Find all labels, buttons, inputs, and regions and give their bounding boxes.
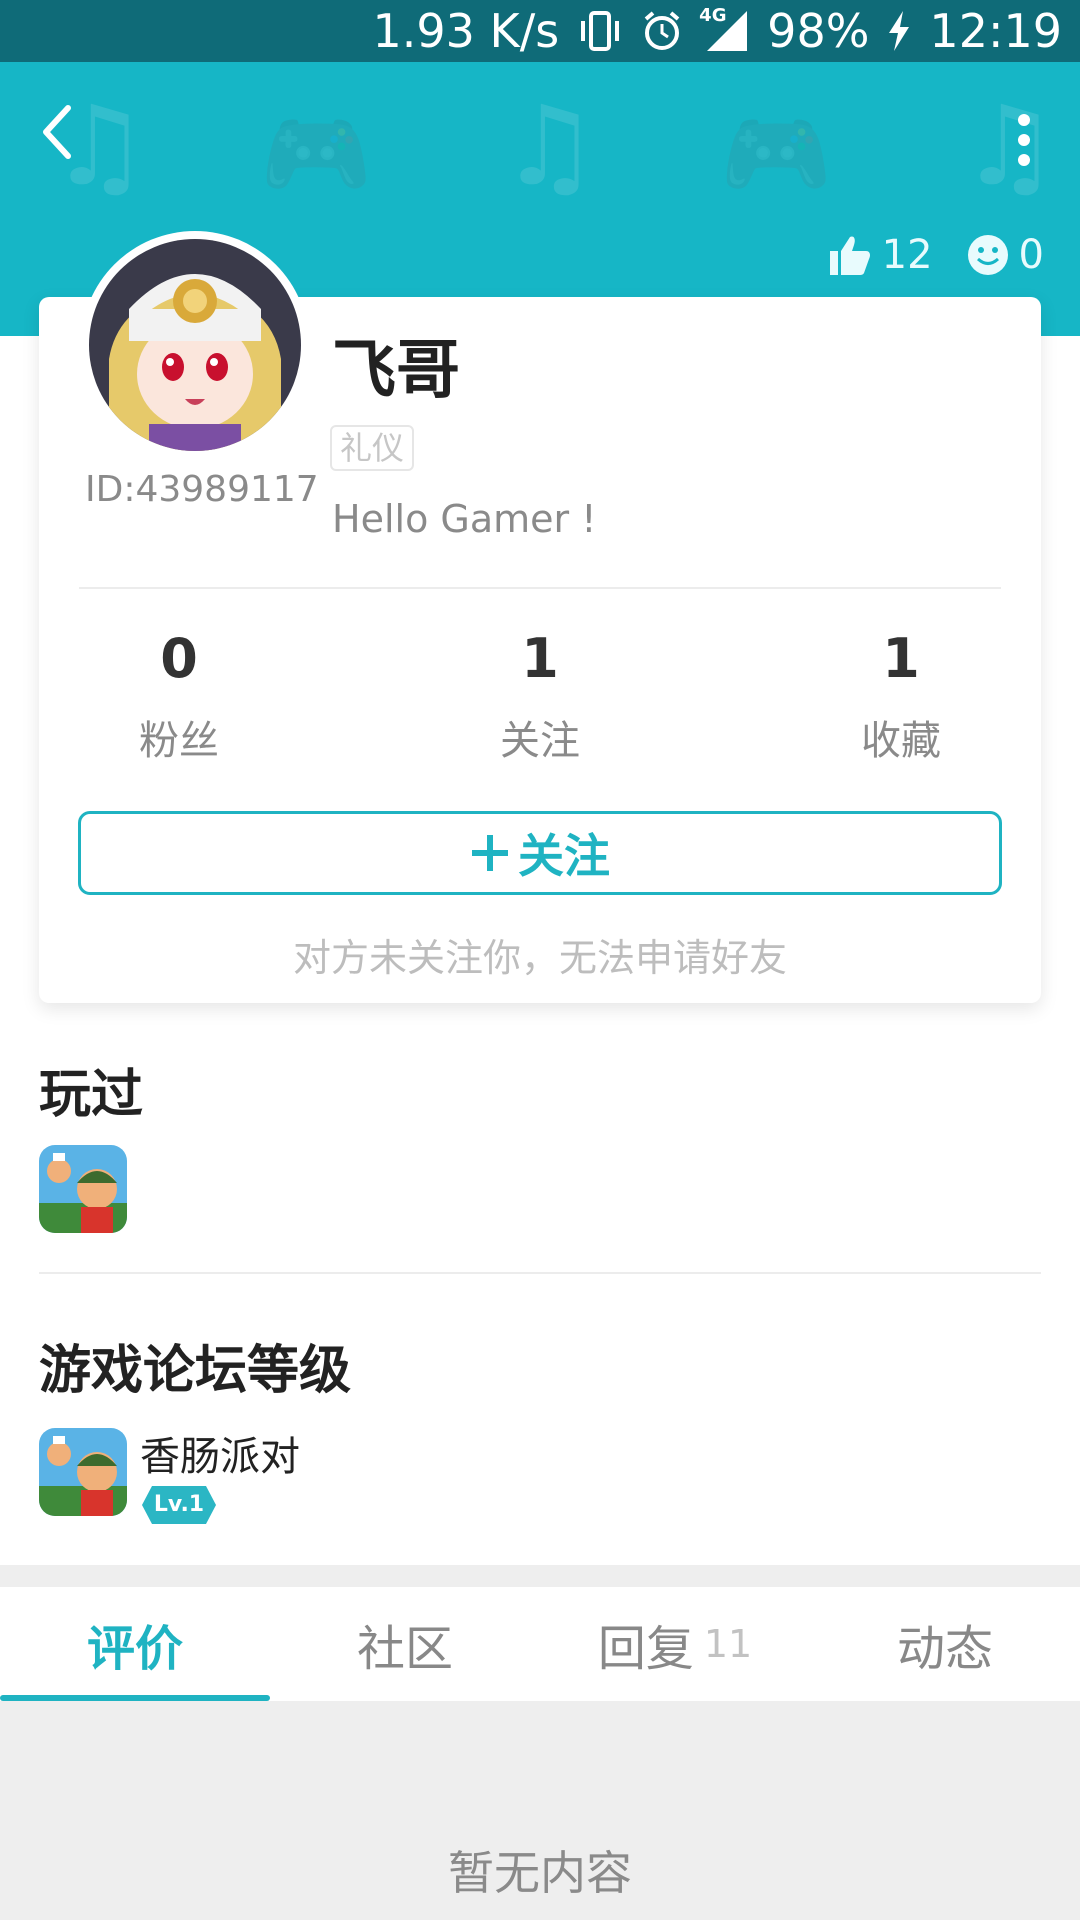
music-note-icon: ♫ xyxy=(960,82,1059,210)
forum-level-title: 游戏论坛等级 xyxy=(39,1341,352,1401)
battery-level: 98% xyxy=(767,4,870,58)
tab-activity[interactable]: 动态 xyxy=(810,1587,1080,1701)
network-speed: 1.93 K/s xyxy=(372,4,560,58)
forum-game-name[interactable]: 香肠派对 xyxy=(140,1424,300,1482)
section-separator xyxy=(0,1565,1080,1587)
favorites-label: 收藏 xyxy=(861,718,941,764)
smile-count: 0 xyxy=(1018,232,1044,278)
clock: 12:19 xyxy=(929,4,1062,58)
header-stats: 12 0 xyxy=(828,232,1044,278)
back-button[interactable] xyxy=(36,102,96,172)
smile-stat[interactable]: 0 xyxy=(967,232,1044,278)
likes-stat[interactable]: 12 xyxy=(828,232,933,278)
tab-reviews[interactable]: 评价 xyxy=(0,1587,270,1701)
alarm-icon xyxy=(641,10,683,52)
more-button[interactable] xyxy=(1012,110,1036,170)
tab-community-label: 社区 xyxy=(356,1621,453,1677)
follow-button-label: 关注 xyxy=(518,829,610,883)
vibrate-icon xyxy=(577,11,623,51)
network-type: 4G xyxy=(699,5,727,26)
gamepad-icon: 🎮 xyxy=(260,102,373,207)
avatar-image xyxy=(89,239,301,451)
tab-community[interactable]: 社区 xyxy=(270,1587,540,1701)
following-label: 关注 xyxy=(500,718,580,764)
follow-button[interactable]: 关注 xyxy=(78,811,1002,895)
level-text: Lv.1 xyxy=(153,1492,205,1517)
tab-activity-label: 动态 xyxy=(896,1621,993,1677)
divider xyxy=(79,587,1001,589)
following-count: 1 xyxy=(521,627,559,690)
section-divider xyxy=(39,1272,1041,1274)
profile-card: ID:43989117 飞哥 礼仪 Hello Gamer ! 0 粉丝 1 关… xyxy=(39,231,1041,1003)
music-note-icon: ♫ xyxy=(500,82,599,210)
thumbs-up-icon xyxy=(829,236,870,275)
user-id: ID:43989117 xyxy=(85,469,319,510)
fans-count: 0 xyxy=(160,627,198,690)
profile-stats: 0 粉丝 1 关注 1 收藏 xyxy=(79,627,1001,766)
signal-icon: 4G xyxy=(699,5,749,53)
smile-icon xyxy=(967,235,1008,275)
fans-label: 粉丝 xyxy=(139,718,219,764)
user-bio: Hello Gamer ! xyxy=(332,497,597,541)
tab-bar: 评价 社区 回复 11 动态 xyxy=(0,1587,1080,1701)
level-badge: Lv.1 xyxy=(142,1486,216,1528)
charging-icon xyxy=(887,11,911,51)
following-stat[interactable]: 1 关注 xyxy=(440,627,640,766)
tab-reviews-label: 评价 xyxy=(86,1621,183,1677)
forum-game-icon[interactable] xyxy=(39,1428,127,1516)
more-vertical-icon xyxy=(1018,114,1030,166)
back-arrow-icon xyxy=(43,105,71,159)
favorites-count: 1 xyxy=(882,627,920,690)
played-title: 玩过 xyxy=(39,1065,144,1125)
favorites-stat[interactable]: 1 收藏 xyxy=(801,627,1001,766)
avatar[interactable] xyxy=(81,231,309,459)
fans-stat[interactable]: 0 粉丝 xyxy=(79,627,279,766)
tab-replies-label: 回复 xyxy=(597,1621,694,1677)
tab-replies-count: 11 xyxy=(703,1622,753,1666)
user-tag: 礼仪 xyxy=(330,425,415,471)
empty-state-text: 暂无内容 xyxy=(448,1846,632,1900)
plus-icon xyxy=(472,835,508,871)
tab-replies[interactable]: 回复 11 xyxy=(540,1587,810,1701)
nickname: 飞哥 xyxy=(332,334,460,408)
played-game-icon[interactable] xyxy=(39,1145,127,1233)
gamepad-icon: 🎮 xyxy=(720,102,833,207)
follow-hint: 对方未关注你，无法申请好友 xyxy=(292,936,787,980)
status-bar: 1.93 K/s 4G 98% 12:19 xyxy=(0,0,1080,62)
content-area: 暂无内容 xyxy=(0,1701,1080,1920)
likes-count: 12 xyxy=(881,232,933,278)
